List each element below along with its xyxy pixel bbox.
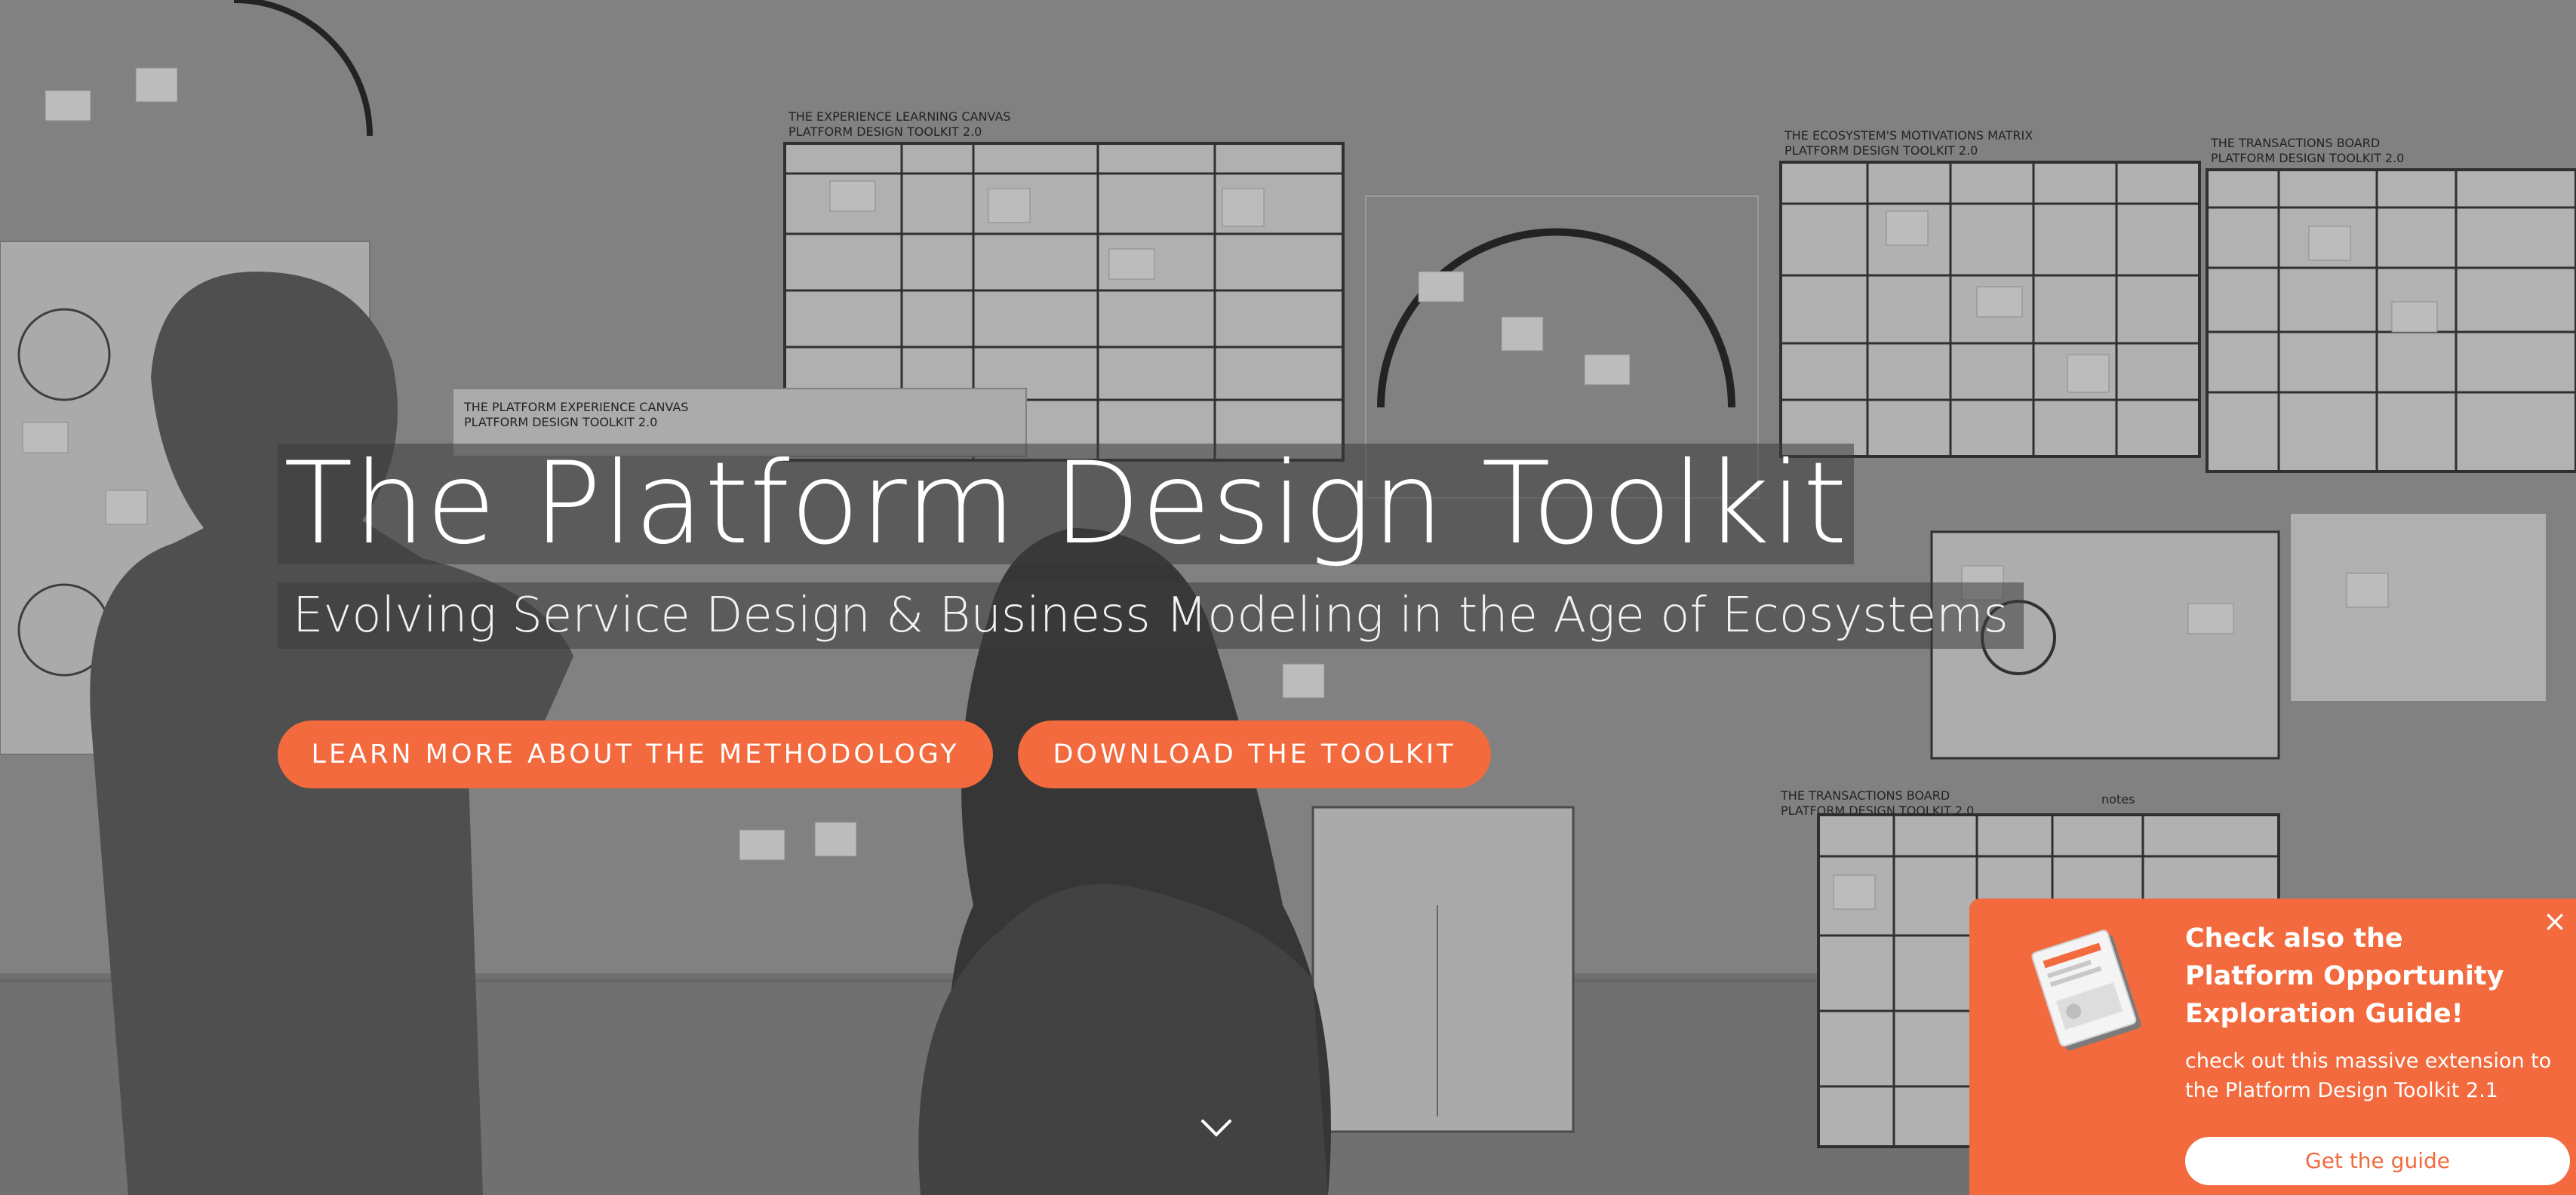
download-toolkit-button[interactable]: DOWNLOAD THE TOOLKIT — [1018, 720, 1491, 788]
promo-heading: Check also the Platform Opportunity Expl… — [2185, 923, 2504, 1029]
page-title: The Platform Design Toolkit — [284, 438, 1849, 570]
get-guide-button[interactable]: Get the guide — [2185, 1137, 2570, 1185]
hero-section: THE EXPERIENCE LEARNING CANVAS PLATFORM … — [0, 0, 2576, 1195]
page-subtitle: Evolving Service Design & Business Model… — [293, 588, 2009, 644]
subtitle-band: Evolving Service Design & Business Model… — [278, 582, 2024, 649]
close-icon[interactable]: × — [2540, 906, 2570, 936]
promo-description: check out this massive extension to the … — [2185, 1049, 2552, 1102]
book-icon — [2031, 929, 2141, 1051]
chevron-down-icon[interactable] — [1200, 1117, 1233, 1139]
promo-popup: × Check also the Platform Opportunity Ex… — [1969, 899, 2576, 1195]
learn-methodology-button[interactable]: LEARN MORE ABOUT THE METHODOLOGY — [278, 720, 993, 788]
title-band: The Platform Design Toolkit — [278, 438, 1855, 570]
